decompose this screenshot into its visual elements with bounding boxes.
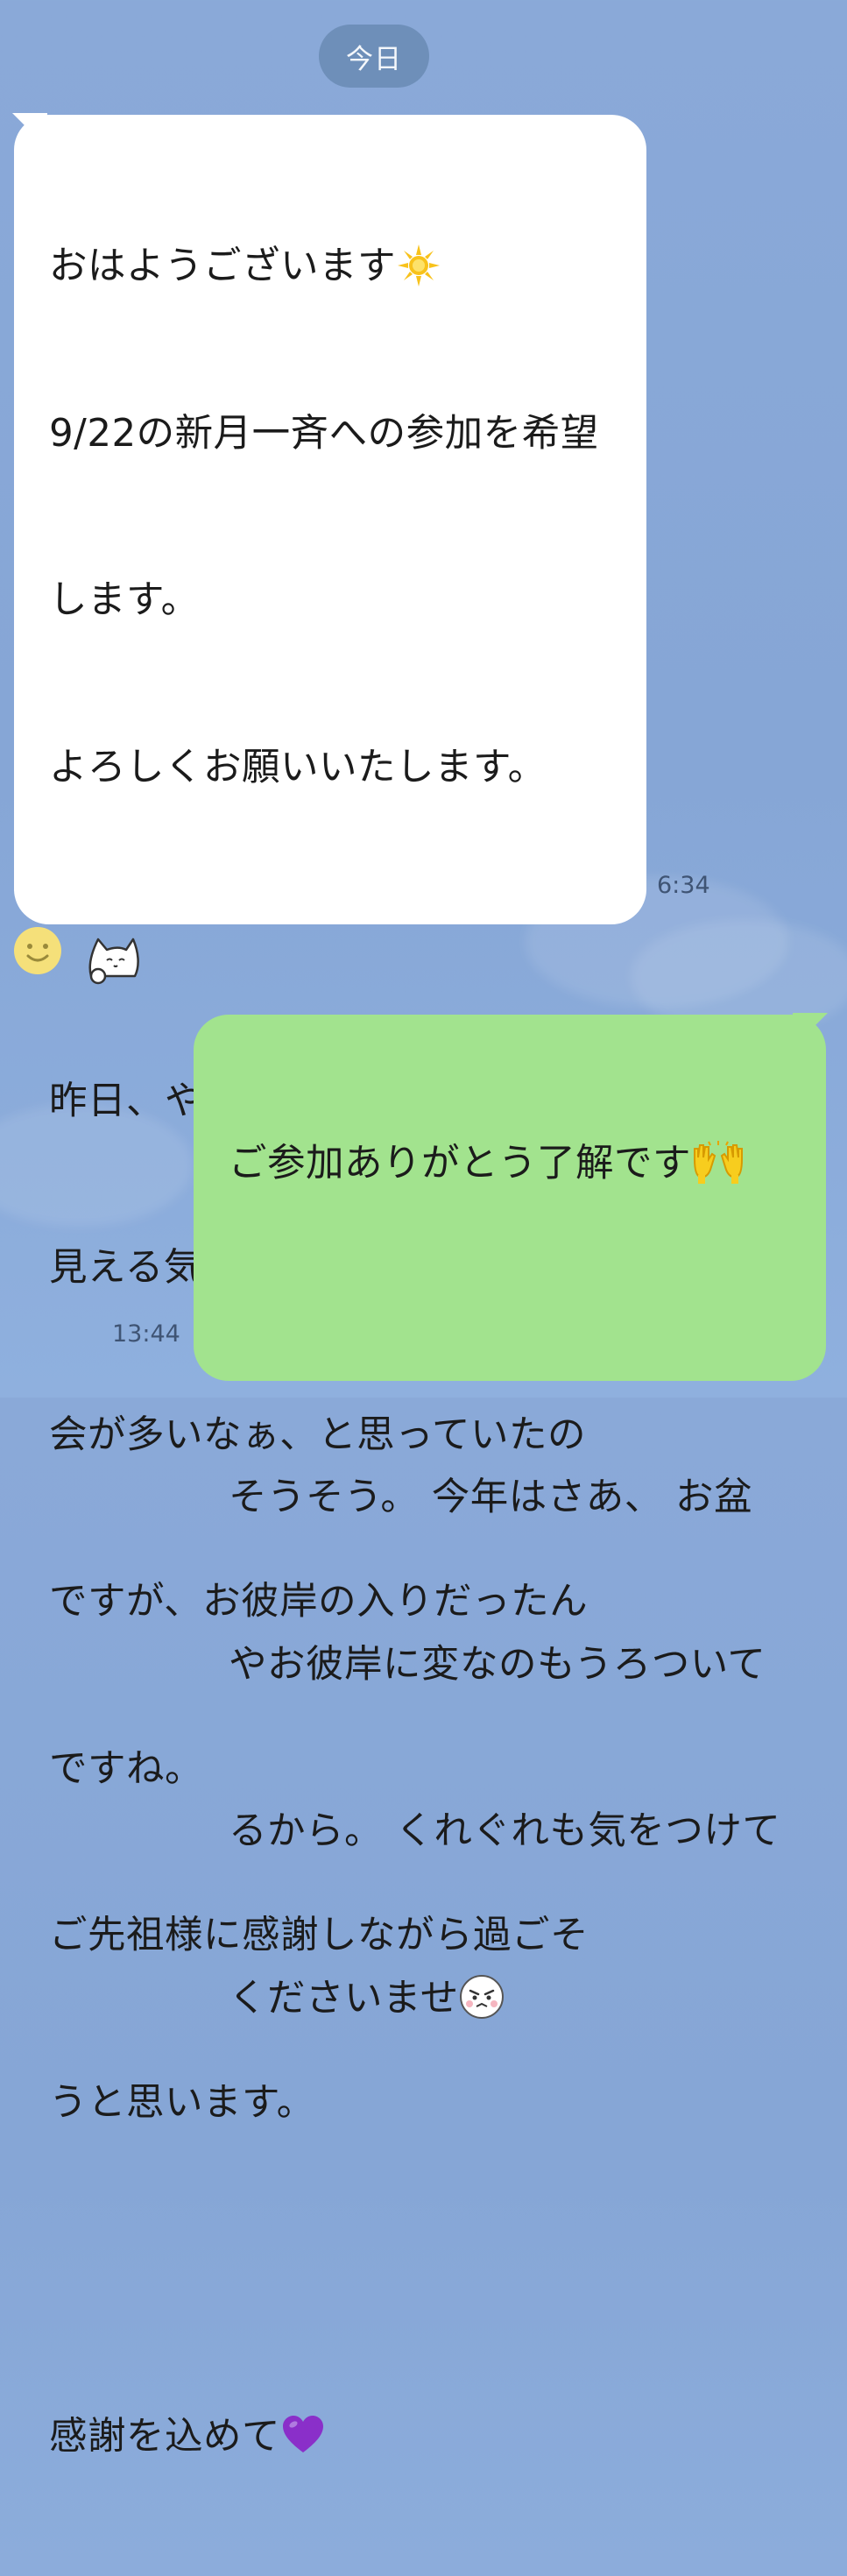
message-line: 9/22の新月一斉への参加を希望: [49, 411, 599, 456]
cat-sticker-icon[interactable]: [86, 934, 142, 987]
message-line: やお彼岸に変なのもうろついて: [229, 1642, 766, 1687]
message-line: [49, 2242, 599, 2298]
purple-heart-icon: [283, 2416, 323, 2452]
cheering-hands-icon: [694, 1140, 743, 1184]
grumpy-face-icon: [459, 1975, 504, 2019]
message-line: [229, 1304, 780, 1360]
outgoing-time: 13:44: [112, 1320, 180, 1348]
incoming-time: 6:34: [657, 872, 710, 899]
message-line: ご参加ありがとう了解です: [229, 1136, 780, 1192]
incoming-message-bubble[interactable]: おはようございます 9/22の新月一斉への参加を希望 します。 よろしくお願いい…: [14, 115, 646, 2459]
message-line: 感謝を込めて: [49, 2410, 599, 2466]
message-line: るから。 くれぐれも気をつけて: [229, 1809, 781, 1853]
message-line: よろしくお願いいたします。: [49, 745, 547, 789]
message-line: そうそう。 今年はさあ、 お盆: [229, 1476, 753, 1519]
smile-emoji-icon[interactable]: [12, 925, 63, 976]
date-separator: 今日: [319, 25, 429, 88]
message-line: します。: [49, 578, 200, 622]
message-line: おはようございます: [49, 239, 599, 295]
message-line: くださいませ: [229, 1971, 780, 2028]
sun-emoji-icon: [398, 244, 440, 287]
outgoing-message-bubble[interactable]: ご参加ありがとう了解です そうそう。 今年はさあ、 お盆 やお彼岸に変なのもうろ…: [194, 1015, 826, 2020]
